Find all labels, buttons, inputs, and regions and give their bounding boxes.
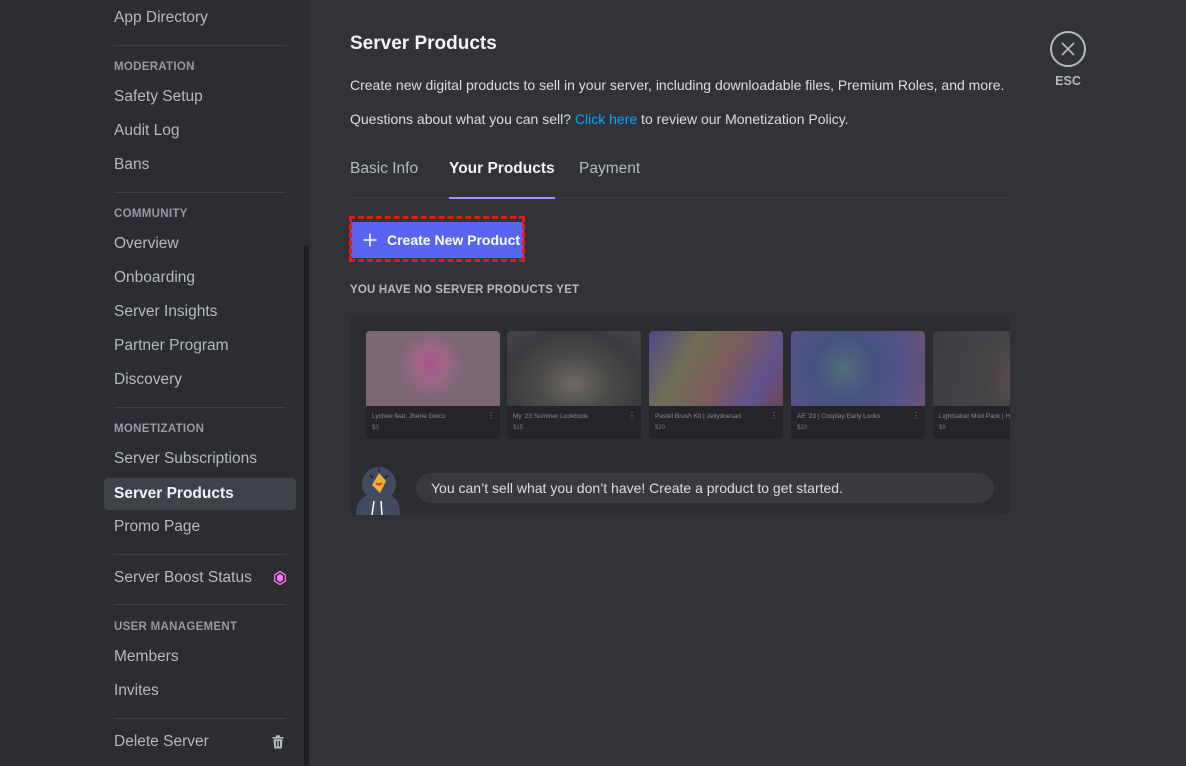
tab-basic-info[interactable]: Basic Info [350, 160, 418, 197]
create-new-product-button[interactable]: Create New Product [350, 222, 524, 258]
product-thumbnail [649, 331, 783, 406]
empty-state-header: YOU HAVE NO SERVER PRODUCTS YET [350, 284, 580, 296]
more-options-icon: ⋮ [487, 411, 495, 420]
product-price: $3 [372, 425, 379, 431]
sidebar-item-server-insights[interactable]: Server Insights [104, 296, 296, 328]
product-price: $20 [655, 425, 666, 431]
divider [114, 604, 286, 605]
policy-link[interactable]: Click here [575, 111, 637, 127]
product-price: $15 [513, 425, 524, 431]
sidebar-item-onboarding[interactable]: Onboarding [104, 262, 296, 294]
sidebar-item-delete-server[interactable]: Delete Server [104, 726, 296, 758]
section-header-community: COMMUNITY [114, 208, 188, 220]
sidebar-item-audit-log[interactable]: Audit Log [104, 115, 296, 147]
product-name: Lightsaber Mod Pack | HI [939, 413, 1010, 420]
product-thumbnail [366, 331, 500, 406]
sidebar-item-bans[interactable]: Bans [104, 149, 296, 181]
product-name: Pastel Brush Kit | Jellydoesart [655, 413, 742, 420]
product-thumbnail [507, 331, 641, 406]
product-thumbnail [933, 331, 1010, 406]
sidebar-item-members[interactable]: Members [104, 641, 296, 673]
product-name: AE '23 | Cosplay Early Looks [797, 413, 881, 420]
policy-text: Questions about what you can sell? Click… [350, 111, 849, 127]
divider [114, 554, 286, 555]
sidebar-item-invites[interactable]: Invites [104, 675, 296, 707]
sidebar-item-server-subscriptions[interactable]: Server Subscriptions [104, 443, 296, 475]
create-new-product-label: Create New Product [387, 232, 521, 248]
divider [114, 718, 286, 719]
sidebar-item-server-products[interactable]: Server Products [104, 478, 296, 510]
close-icon [1050, 31, 1086, 67]
more-options-icon: ⋮ [912, 411, 920, 420]
more-options-icon: ⋮ [628, 411, 636, 420]
product-name: Lychee feat. Jhene Geico [372, 413, 446, 420]
example-product-card: Pastel Brush Kit | Jellydoesart $20 ⋮ [649, 331, 783, 439]
policy-prefix: Questions about what you can sell? [350, 111, 575, 127]
example-product-card: My '23 Summer Lookbook $15 ⋮ [507, 331, 641, 439]
trash-icon [272, 735, 284, 749]
product-thumbnail [791, 331, 925, 406]
tab-payment[interactable]: Payment [579, 160, 640, 197]
empty-state-message: You can’t sell what you don’t have! Crea… [416, 473, 994, 503]
more-options-icon: ⋮ [770, 411, 778, 420]
section-header-user-management: USER MANAGEMENT [114, 621, 238, 633]
page-description: Create new digital products to sell in y… [350, 77, 1005, 93]
divider [114, 407, 286, 408]
sidebar-item-discovery[interactable]: Discovery [104, 364, 296, 396]
settings-sidebar: App Directory MODERATION Safety Setup Au… [0, 0, 310, 766]
product-price: $20 [797, 425, 808, 431]
product-name: My '23 Summer Lookbook [513, 413, 589, 420]
sidebar-item-safety-setup[interactable]: Safety Setup [104, 81, 296, 113]
section-header-moderation: MODERATION [114, 61, 195, 73]
mascot-avatar-icon [356, 467, 400, 515]
sidebar-item-app-directory[interactable]: App Directory [104, 2, 296, 34]
close-button[interactable]: ESC [1050, 31, 1086, 88]
example-product-card: Lightsaber Mod Pack | HI $9 [933, 331, 1010, 439]
product-price: $9 [939, 425, 946, 431]
sidebar-scrollbar[interactable] [304, 245, 309, 766]
example-product-card: AE '23 | Cosplay Early Looks $20 ⋮ [791, 331, 925, 439]
plus-icon [363, 233, 377, 247]
sidebar-item-server-boost-status[interactable]: Server Boost Status [104, 562, 296, 594]
section-header-monetization: MONETIZATION [114, 423, 205, 435]
page-title: Server Products [350, 33, 497, 54]
tab-bar: Basic Info Your Products Payment [350, 150, 1010, 199]
product-showcase: Lychee feat. Jhene Geico $3 ⋮ My '23 Sum… [350, 315, 1010, 515]
esc-label: ESC [1055, 74, 1081, 88]
divider [114, 45, 286, 46]
sidebar-item-promo-page[interactable]: Promo Page [104, 511, 296, 543]
sidebar-item-label: Server Boost Status [114, 569, 252, 586]
sidebar-item-overview[interactable]: Overview [104, 228, 296, 260]
sidebar-item-label: Delete Server [114, 733, 209, 750]
boost-gem-icon [274, 571, 286, 585]
policy-suffix: to review our Monetization Policy. [637, 111, 849, 127]
tab-your-products[interactable]: Your Products [449, 160, 555, 199]
divider [114, 192, 286, 193]
example-product-card: Lychee feat. Jhene Geico $3 ⋮ [366, 331, 500, 439]
sidebar-item-partner-program[interactable]: Partner Program [104, 330, 296, 362]
